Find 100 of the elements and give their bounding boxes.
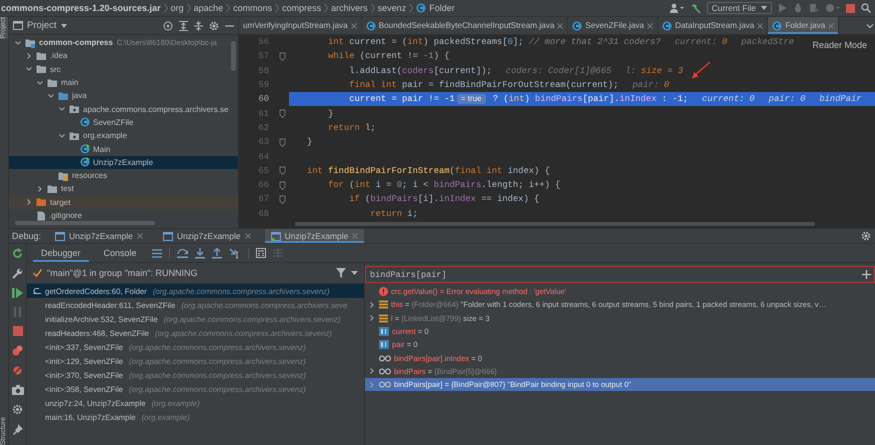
breadcrumb-item[interactable]: commons-compress-1.20-sources.jar: [1, 3, 161, 13]
scrollbar[interactable]: [231, 41, 236, 71]
tree-item[interactable]: resources: [9, 168, 238, 182]
breadcrumb-item[interactable]: commons: [233, 3, 272, 13]
breadcrumb-item[interactable]: archivers: [331, 3, 368, 13]
project-view-dropdown[interactable]: Project: [13, 20, 157, 31]
editor-tab[interactable]: Folder.java: [768, 17, 840, 34]
close-icon[interactable]: [557, 22, 564, 28]
bug-icon[interactable]: [793, 3, 803, 13]
collapse-all-icon[interactable]: [194, 20, 203, 30]
chevron-separator-icon: [409, 3, 414, 13]
tree-item[interactable]: apache.commons.compress.archivers.se: [9, 102, 238, 116]
close-icon[interactable]: [647, 22, 654, 28]
mute-breakpoints-icon[interactable]: [12, 365, 23, 376]
caret-icon: [761, 6, 767, 10]
chevron-right-icon[interactable]: [36, 184, 44, 193]
project-icon: [13, 21, 23, 30]
step-over-icon[interactable]: [176, 248, 188, 258]
settings-icon[interactable]: [861, 231, 871, 241]
menu-icon[interactable]: [152, 248, 162, 258]
user-icon[interactable]: [670, 3, 684, 13]
fold-icon[interactable]: [278, 138, 286, 147]
runnable-class-icon: [80, 157, 90, 168]
chevron-down-icon[interactable]: [36, 78, 44, 87]
coverage-icon[interactable]: [809, 3, 819, 13]
fold-icon[interactable]: [278, 166, 286, 176]
tree-item[interactable]: main: [9, 76, 238, 90]
run-config-dropdown[interactable]: Current File: [706, 2, 772, 14]
run-to-cursor-icon[interactable]: [228, 248, 241, 258]
breadcrumb-item[interactable]: apache: [194, 3, 224, 13]
editor-tab[interactable]: umVerifyingInputStream.java: [239, 17, 362, 34]
add-watch-icon[interactable]: [862, 270, 871, 279]
pin-icon[interactable]: [12, 424, 22, 435]
resume-icon[interactable]: [12, 288, 23, 298]
breadcrumb-item[interactable]: org: [170, 3, 184, 13]
run-icon[interactable]: [778, 3, 787, 13]
chevron-right-icon[interactable]: [25, 198, 33, 206]
expand-all-icon[interactable]: [179, 20, 188, 30]
fold-icon[interactable]: [278, 194, 286, 204]
breakpoints-icon[interactable]: [12, 345, 23, 356]
step-into-icon[interactable]: [194, 248, 205, 258]
settings-icon[interactable]: [209, 20, 219, 30]
tree-item[interactable]: Unzip7zExample: [9, 156, 238, 169]
fold-icon[interactable]: [278, 52, 286, 61]
breadcrumb-item[interactable]: compress: [282, 3, 322, 13]
tree-item[interactable]: SevenZFile: [9, 116, 238, 130]
line-number: 68: [257, 208, 269, 219]
breadcrumb-item[interactable]: Folder: [429, 3, 455, 13]
chevron-separator-icon: [186, 3, 191, 13]
line-number: 61: [257, 108, 269, 119]
chevron-down-icon[interactable]: [14, 38, 22, 47]
chevron-separator-icon: [370, 3, 375, 13]
scrollbar[interactable]: [295, 222, 815, 226]
debugger-tab[interactable]: Console: [96, 244, 145, 262]
filter-icon[interactable]: [336, 268, 346, 278]
caret-icon[interactable]: [351, 271, 358, 275]
debug-session-tab[interactable]: Unzip7zExample: [49, 229, 149, 243]
tree-item[interactable]: java: [9, 89, 238, 102]
breadcrumb-item[interactable]: sevenz: [378, 3, 406, 13]
chevron-down-icon[interactable]: [25, 65, 33, 74]
fold-icon[interactable]: [278, 180, 286, 190]
editor-tab[interactable]: SevenZFile.java: [568, 17, 658, 34]
close-icon[interactable]: [350, 22, 357, 28]
hammer-icon[interactable]: [690, 2, 701, 14]
calculator-icon[interactable]: [256, 248, 266, 258]
tree-item[interactable]: target: [9, 196, 238, 209]
camera-icon[interactable]: [12, 385, 24, 395]
profiler-icon[interactable]: [825, 3, 840, 13]
tree-item[interactable]: .idea: [9, 49, 238, 63]
chevron-right-icon[interactable]: [368, 367, 376, 376]
tree-item[interactable]: Main: [9, 142, 238, 156]
crosshair-icon[interactable]: [163, 20, 173, 30]
rerun-icon[interactable]: [12, 248, 23, 259]
close-icon[interactable]: [244, 233, 251, 239]
tree-item[interactable]: test: [9, 182, 238, 196]
debugger-tab[interactable]: Debugger: [33, 244, 89, 262]
reader-mode-link[interactable]: Reader Mode: [810, 39, 869, 51]
watch-expression-field[interactable]: bindPairs[pair]: [365, 266, 875, 283]
tree-item[interactable]: src: [9, 62, 238, 76]
tree-item[interactable]: .gitignore: [9, 208, 238, 222]
wrench-icon[interactable]: [12, 268, 23, 279]
stop-icon[interactable]: [846, 4, 855, 12]
search-icon[interactable]: [861, 3, 871, 13]
close-icon[interactable]: [136, 233, 143, 239]
stop-icon[interactable]: [12, 326, 22, 336]
tree-item[interactable]: org.example: [9, 129, 238, 142]
debug-session-tab[interactable]: Unzip7zExample: [156, 229, 257, 243]
chevron-right-icon[interactable]: [25, 52, 33, 60]
debug-session-tab[interactable]: Unzip7zExample: [264, 229, 364, 243]
chevron-right-icon[interactable]: [368, 300, 376, 309]
settings-icon[interactable]: [12, 404, 23, 415]
chevron-right-icon[interactable]: [368, 314, 376, 322]
chevron-down-icon[interactable]: [58, 105, 66, 114]
chevron-down-icon[interactable]: [47, 92, 55, 100]
editor-tab[interactable]: BoundedSeekableByteChannelInputStream.java: [362, 17, 568, 34]
fold-icon[interactable]: [278, 109, 286, 118]
chevron-down-icon[interactable]: [58, 132, 66, 140]
close-icon[interactable]: [757, 22, 764, 28]
step-out-icon[interactable]: [212, 248, 222, 258]
chevron-right-icon[interactable]: [368, 380, 376, 389]
